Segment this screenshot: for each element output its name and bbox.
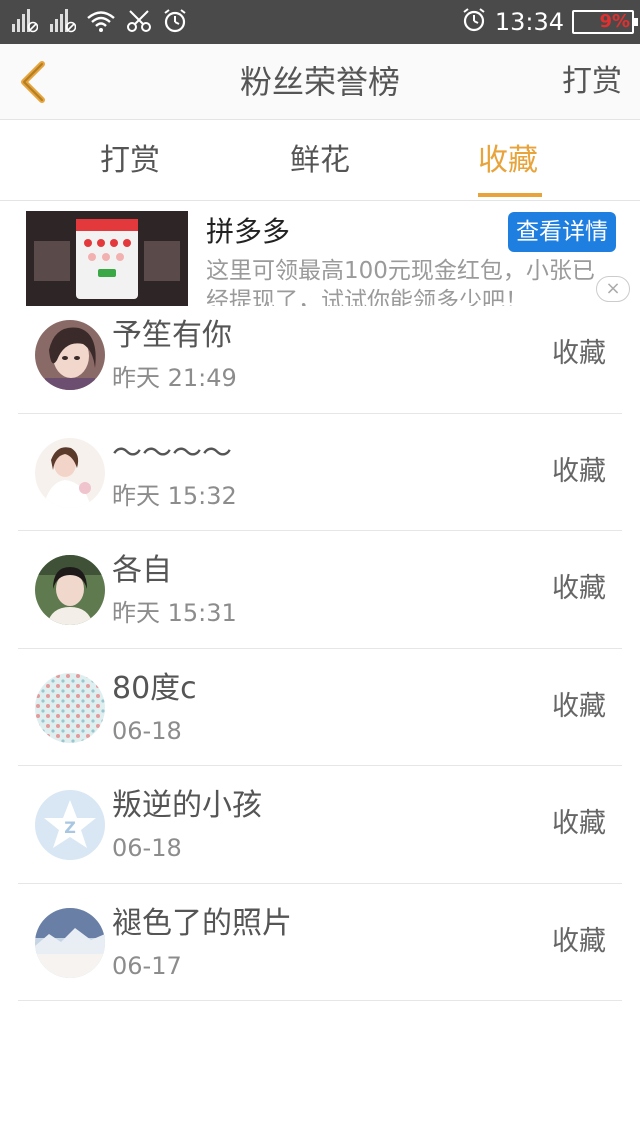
item-time: 06-17 [112,951,182,980]
status-icons-right: 13:34 9% [461,6,638,38]
list-item[interactable]: 各自 昨天 15:31 收藏 [18,531,622,649]
tab-flowers[interactable]: 鲜花 [290,141,350,181]
svg-text:Z: Z [64,818,76,837]
favorite-label: 收藏 [552,455,606,487]
wifi-icon [86,9,116,37]
list-item[interactable]: 予笙有你 昨天 21:49 收藏 [18,296,622,414]
avatar[interactable]: Z [35,790,105,860]
alarm-icon [162,8,188,38]
battery-icon: 9% [572,10,638,34]
avatar[interactable] [35,672,105,743]
list-item[interactable]: 80度c 06-18 收藏 [18,649,622,766]
avatar[interactable] [35,437,105,508]
ad-details-button[interactable]: 查看详情 [508,212,616,252]
user-name: 予笙有你 [112,318,232,353]
user-name: 80度c [112,670,197,706]
scissors-icon [126,9,152,37]
item-time: 昨天 21:49 [112,364,237,392]
avatar[interactable] [35,555,105,625]
battery-level: 9% [599,11,630,32]
user-name: 叛逆的小孩 [112,788,262,823]
avatar[interactable] [35,320,105,390]
status-icons-left [10,8,188,38]
tab-bar: 打赏 鲜花 收藏 [0,121,640,201]
signal-sim1-icon [10,8,39,38]
active-tab-indicator [478,193,542,197]
user-name: ～～～～ [112,435,232,471]
user-name: 各自 [112,553,172,588]
status-time: 13:34 [494,8,564,36]
item-time: 06-18 [112,716,182,745]
page-title: 粉丝荣誉榜 [239,63,400,101]
item-time: 昨天 15:32 [112,481,237,510]
ad-banner[interactable]: 拼多多 查看详情 这里可领最高100元现金红包，小张已经提现了，试试你能领多少吧… [0,202,640,306]
signal-sim2-icon [48,8,77,38]
favorite-label: 收藏 [552,690,606,722]
favorite-label: 收藏 [552,925,606,957]
status-bar: 13:34 9% [0,0,640,44]
alarm-clock-icon [461,7,487,37]
ad-title: 拼多多 [206,215,291,248]
tab-favorites[interactable]: 收藏 [478,141,538,181]
ad-thumbnail [26,211,188,306]
app-header: 粉丝荣誉榜 打赏 [0,44,640,120]
favorite-label: 收藏 [552,573,606,604]
user-name: 褪色了的照片 [112,905,292,941]
favorite-label: 收藏 [552,338,606,369]
item-time: 06-18 [112,834,182,862]
favorites-list: 予笙有你 昨天 21:49 收藏 ～～～～ 昨天 15:32 收藏 各自 昨天 … [18,296,622,1001]
list-item[interactable]: ～～～～ 昨天 15:32 收藏 [18,414,622,531]
item-time: 昨天 15:31 [112,599,237,627]
reward-button[interactable]: 打赏 [562,62,622,102]
list-item[interactable]: 褪色了的照片 06-17 收藏 [18,884,622,1001]
favorite-label: 收藏 [552,808,606,839]
avatar[interactable] [35,907,105,978]
list-item[interactable]: Z 叛逆的小孩 06-18 收藏 [18,766,622,884]
tab-reward[interactable]: 打赏 [100,141,160,181]
star-icon: Z [35,790,105,860]
